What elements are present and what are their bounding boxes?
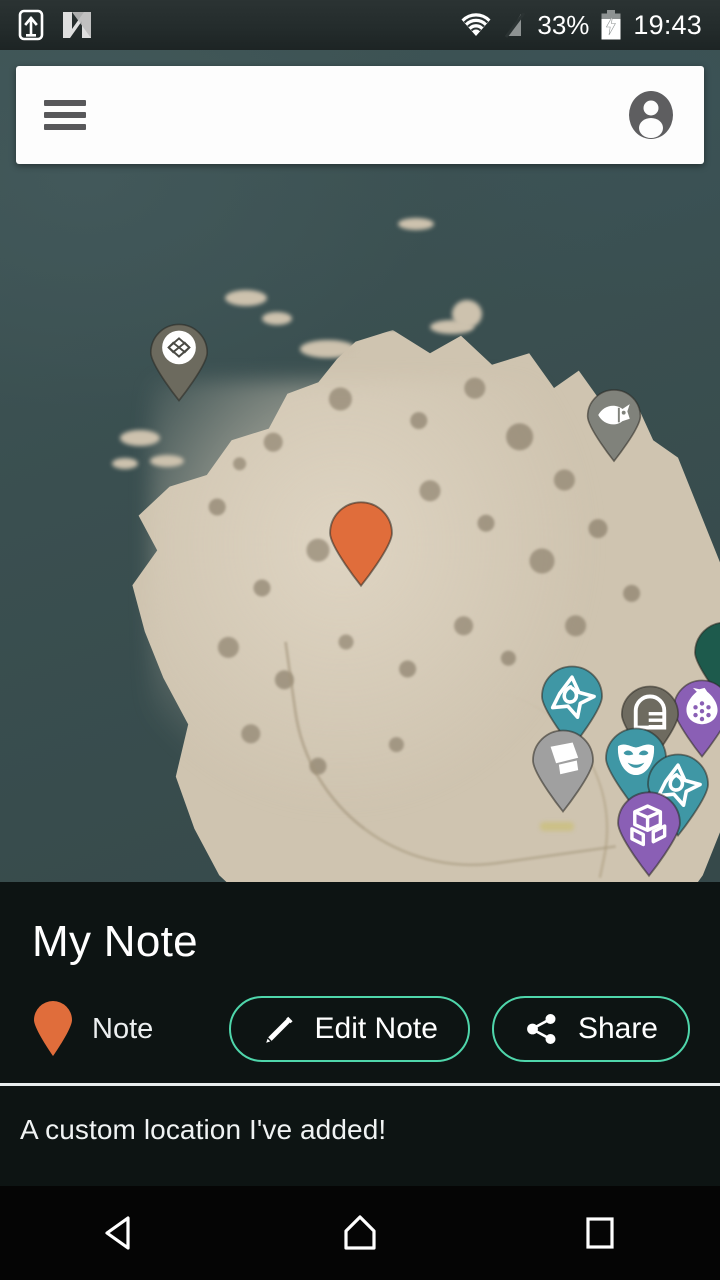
share-label: Share — [577, 1012, 658, 1045]
wifi-icon — [461, 13, 491, 36]
marker-papers[interactable] — [530, 728, 596, 814]
map-islet — [225, 290, 267, 306]
chest-icon — [617, 791, 681, 878]
place-actions-row: Note Edit Note Share — [0, 964, 720, 1062]
marker-note-selected[interactable] — [327, 500, 395, 588]
recents-square-icon — [586, 1217, 614, 1249]
nova-launcher-icon — [63, 12, 91, 38]
battery-percent: 33% — [537, 10, 590, 40]
status-bar: 33% 19:43 — [0, 0, 720, 50]
no-sim-icon — [505, 12, 526, 38]
home-pentagon-icon — [344, 1215, 376, 1250]
hamburger-menu-icon[interactable] — [44, 100, 86, 130]
place-title: My Note — [32, 917, 198, 966]
action-buttons: Edit Note Share — [228, 996, 690, 1062]
nav-home-button[interactable] — [300, 1186, 420, 1280]
account-avatar-icon[interactable] — [626, 90, 676, 140]
marker-celtic-knot[interactable] — [148, 322, 210, 403]
marker-fish[interactable] — [585, 388, 643, 463]
nav-recents-button[interactable] — [540, 1186, 660, 1280]
status-bar-left-icons — [18, 9, 94, 41]
map-islet — [452, 300, 482, 328]
map-islet — [300, 340, 356, 358]
hamburger-line — [44, 124, 86, 130]
place-type-label: Note — [92, 1012, 154, 1045]
note-pin-icon — [34, 1001, 72, 1056]
map-trail-marker — [540, 822, 574, 831]
map-islet — [398, 218, 434, 230]
papers-icon — [532, 729, 594, 813]
app-bar — [16, 66, 704, 164]
back-triangle-icon — [105, 1216, 130, 1250]
celtic-knot-icon — [149, 323, 209, 402]
map-islet — [150, 455, 184, 467]
clock: 19:43 — [633, 9, 702, 40]
nav-back-button[interactable] — [60, 1186, 180, 1280]
android-navigation-bar — [0, 1186, 720, 1280]
edit-note-button[interactable]: Edit Note — [228, 996, 470, 1062]
share-button[interactable]: Share — [491, 996, 690, 1062]
usb-upload-icon — [18, 9, 44, 41]
map-islet — [112, 458, 138, 469]
hamburger-line — [44, 112, 86, 118]
fish-icon — [586, 389, 642, 463]
share-icon — [527, 1014, 556, 1044]
marker-treasure-chest[interactable] — [615, 790, 683, 878]
sheet-divider — [0, 1083, 720, 1086]
status-bar-right-icons: 33% 19:43 — [459, 10, 702, 40]
map-islet — [120, 430, 160, 446]
pencil-icon — [265, 1016, 293, 1043]
phone-screen: 33% 19:43 My Note Note Edit Note Share A… — [0, 0, 720, 1280]
hamburger-line — [44, 100, 86, 106]
place-description: A custom location I've added! — [20, 1114, 387, 1145]
none — [329, 501, 393, 588]
edit-note-label: Edit Note — [314, 1012, 438, 1045]
place-type: Note — [32, 1001, 153, 1057]
battery-charging-icon — [601, 10, 621, 40]
map-islet — [262, 312, 292, 325]
